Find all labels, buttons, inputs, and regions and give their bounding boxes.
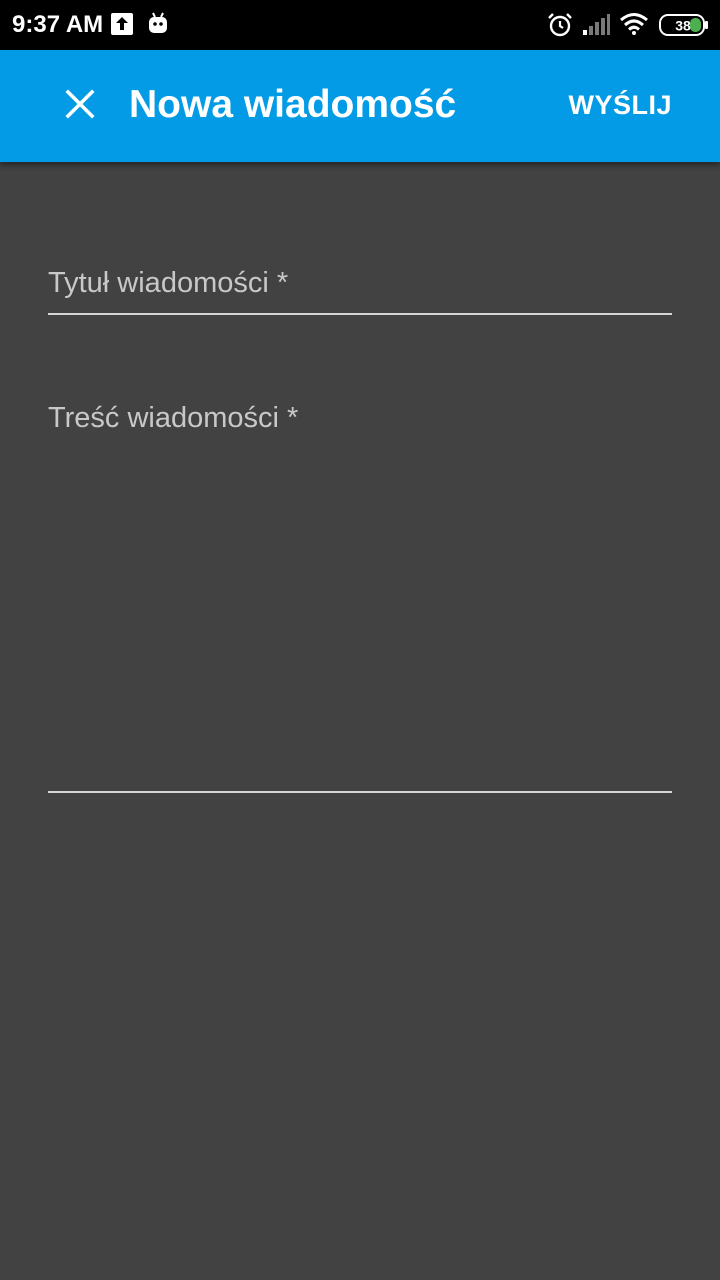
send-button[interactable]: WYŚLIJ [568, 88, 672, 122]
battery-level-text: 38 [675, 18, 691, 34]
wifi-icon [619, 12, 649, 41]
battery-icon: 38 [659, 14, 709, 41]
message-title-field[interactable]: Tytuł wiadomości * [48, 265, 672, 317]
message-title-underline [48, 313, 672, 315]
message-body-label: Treść wiadomości * [48, 402, 299, 434]
message-body-field[interactable]: Treść wiadomości * [48, 400, 672, 796]
message-body-underline [48, 791, 672, 793]
android-icon [148, 11, 168, 40]
app-bar: Nowa wiadomość WYŚLIJ [0, 50, 720, 162]
signal-icon [582, 14, 610, 41]
alarm-icon [547, 12, 573, 43]
status-bar: 9:37 AM 38 [0, 0, 720, 50]
status-time: 9:37 AM [12, 11, 104, 38]
close-icon [65, 88, 95, 124]
message-title-label: Tytuł wiadomości * [48, 267, 289, 299]
page-title: Nowa wiadomość [129, 83, 457, 126]
upload-icon [111, 13, 133, 40]
close-button[interactable] [52, 78, 108, 134]
